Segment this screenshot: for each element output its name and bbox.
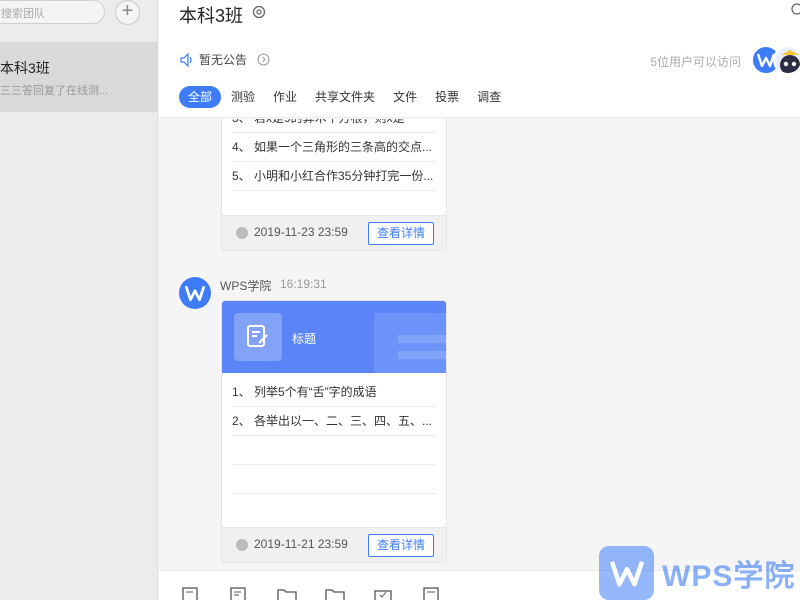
question-item: 5、 小明和小红合作35分钟打完一份... [232,162,436,191]
team-search-input[interactable]: 搜索团队 [0,0,105,24]
watermark-text: WPS学院 [662,560,796,593]
tab-files[interactable]: 文件 [393,86,417,108]
add-team-button[interactable]: + [115,0,140,25]
sidebar: 搜索团队 + 本科3班 三三答回复了在线测... [0,0,158,600]
message-list[interactable]: 3、 若x是9的算术平方根，则x是 4、 如果一个三角形的三条高的交点... 5… [159,119,800,570]
tab-quiz[interactable]: 测验 [231,86,255,108]
card-footer: 2019-11-21 23:59 查看详情 [222,527,446,562]
message-sender: WPS学院 [220,279,272,293]
clock-icon [236,539,248,551]
folder-icon[interactable] [325,587,345,600]
wps-logo-icon [184,285,206,302]
question-item: 4、 如果一个三角形的三条高的交点... [232,133,436,162]
wps-logo-icon [599,546,654,600]
tab-survey[interactable]: 调查 [477,86,501,108]
quiz-icon[interactable] [181,587,201,600]
gear-icon[interactable] [251,4,267,20]
filter-tabs: 全部 测验 作业 共享文件夹 文件 投票 调查 [179,86,519,108]
team-last-message: 三三答回复了在线测... [0,85,109,97]
user-avatar-icon [775,47,800,73]
question-item: 3、 若x是9的算术平方根，则x是 [232,119,436,133]
tab-shared-folder[interactable]: 共享文件夹 [315,86,375,108]
banner-decoration [398,335,446,343]
vote-icon[interactable] [373,587,393,600]
card-title: 标题 [292,332,317,346]
chat-header: 本科3班 暂无公告 5位用户可以访问 全部 测验 作业 共享文件夹 文件 投票 … [159,0,800,118]
banner-decoration [398,351,446,359]
team-name: 本科3班 [0,60,50,76]
member-access-text[interactable]: 5位用户可以访问 [650,53,741,70]
page-title: 本科3班 [179,6,244,26]
message-time: 16:19:31 [280,277,327,291]
speaker-icon [180,52,192,67]
survey-icon[interactable] [421,587,441,600]
wps-watermark: WPS学院 [599,546,795,600]
avatar[interactable] [179,277,211,309]
homework-card[interactable]: 标题 1、 列举5个有“舌”字的成语 2、 各举出以一、二、三、四、五、... … [221,300,447,563]
homework-icon[interactable] [229,587,249,600]
tab-vote[interactable]: 投票 [435,86,459,108]
sidebar-item-team[interactable]: 本科3班 三三答回复了在线测... [0,42,158,112]
empty-row [232,465,436,494]
card-banner: 标题 [222,301,446,373]
question-item: 2、 各举出以一、二、三、四、五、... [232,407,436,436]
empty-row [232,436,436,465]
deadline-date: 2019-11-23 23:59 [254,225,348,239]
deadline-date: 2019-11-21 23:59 [254,537,348,551]
tab-all[interactable]: 全部 [179,86,222,108]
chevron-right-icon[interactable] [257,53,270,66]
tab-homework[interactable]: 作业 [273,86,297,108]
view-details-button[interactable]: 查看详情 [368,222,434,245]
banner-decoration [374,313,446,373]
announcement-text: 暂无公告 [199,53,248,67]
search-icon[interactable] [790,2,800,18]
quiz-card[interactable]: 3、 若x是9的算术平方根，则x是 4、 如果一个三角形的三条高的交点... 5… [221,119,447,251]
shared-folder-icon[interactable] [277,587,297,600]
document-edit-icon [234,313,282,361]
view-details-button[interactable]: 查看详情 [368,534,434,557]
clock-icon [236,227,248,239]
question-item: 1、 列举5个有“舌”字的成语 [232,378,436,407]
announcement-row[interactable]: 暂无公告 [179,51,270,68]
card-footer: 2019-11-23 23:59 查看详情 [222,215,446,250]
avatar[interactable] [773,45,800,75]
